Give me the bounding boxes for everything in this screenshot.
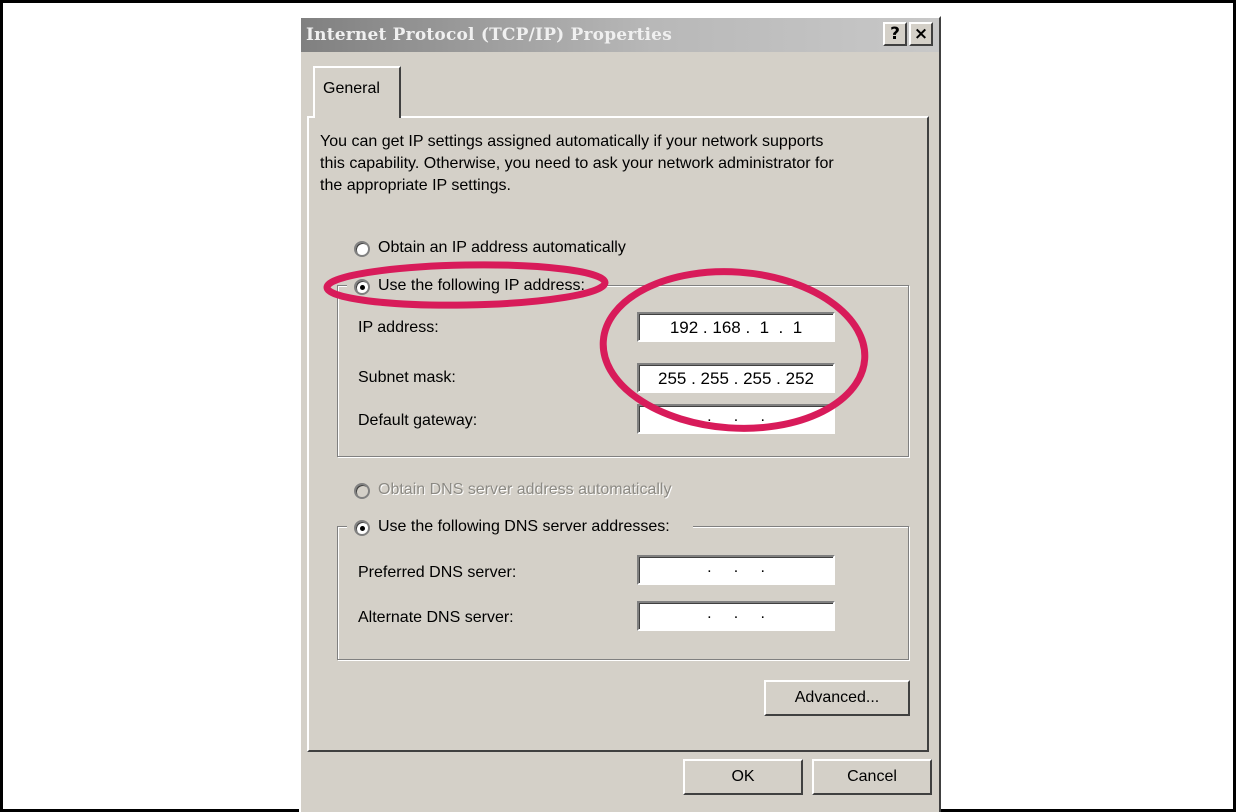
use-following-dns-radio[interactable] [354,520,370,536]
dns-groupbox [337,526,909,660]
intro-text: You can get IP settings assigned automat… [320,131,920,197]
advanced-button[interactable]: Advanced... [764,680,910,716]
dialog-title: Internet Protocol (TCP/IP) Properties [306,25,672,45]
ip-address-value: 192 . 168 . 1 . 1 [669,318,803,337]
alternate-dns-label: Alternate DNS server: [358,609,514,626]
alternate-dns-input[interactable]: . . . [637,601,835,631]
alternate-dns-value: . . . [707,605,765,622]
tab-general[interactable]: General [313,66,401,118]
close-button[interactable]: × [909,22,933,46]
obtain-dns-auto-radio[interactable] [354,483,370,499]
obtain-ip-auto-label[interactable]: Obtain an IP address automatically [378,239,626,257]
intro-line: You can get IP settings assigned automat… [320,133,824,150]
help-button[interactable]: ? [883,22,907,46]
intro-line: this capability. Otherwise, you need to … [320,155,834,172]
title-bar[interactable]: Internet Protocol (TCP/IP) Properties ? … [301,18,939,52]
default-gateway-label: Default gateway: [358,412,478,429]
default-gateway-value: . . . [707,408,765,425]
tcpip-properties-dialog: Internet Protocol (TCP/IP) Properties ? … [299,16,941,812]
preferred-dns-value: . . . [707,559,765,576]
subnet-mask-label: Subnet mask: [358,369,456,386]
default-gateway-input[interactable]: . . . [637,404,835,434]
preferred-dns-input[interactable]: . . . [637,555,835,585]
use-following-dns-label[interactable]: Use the following DNS server addresses: [378,518,670,536]
obtain-ip-auto-radio[interactable] [354,241,370,257]
cancel-button[interactable]: Cancel [812,759,932,795]
subnet-mask-value: 255 . 255 . 255 . 252 [658,369,814,388]
use-following-ip-radio[interactable] [354,279,370,295]
intro-line: the appropriate IP settings. [320,177,511,194]
preferred-dns-label: Preferred DNS server: [358,564,517,581]
use-following-ip-label[interactable]: Use the following IP address: [378,277,585,295]
subnet-mask-input[interactable]: 255 . 255 . 255 . 252 [637,363,835,393]
ok-button[interactable]: OK [683,759,803,795]
ip-address-input[interactable]: 192 . 168 . 1 . 1 [637,312,835,342]
obtain-dns-auto-label[interactable]: Obtain DNS server address automatically [378,481,671,499]
ip-address-label: IP address: [358,319,439,336]
